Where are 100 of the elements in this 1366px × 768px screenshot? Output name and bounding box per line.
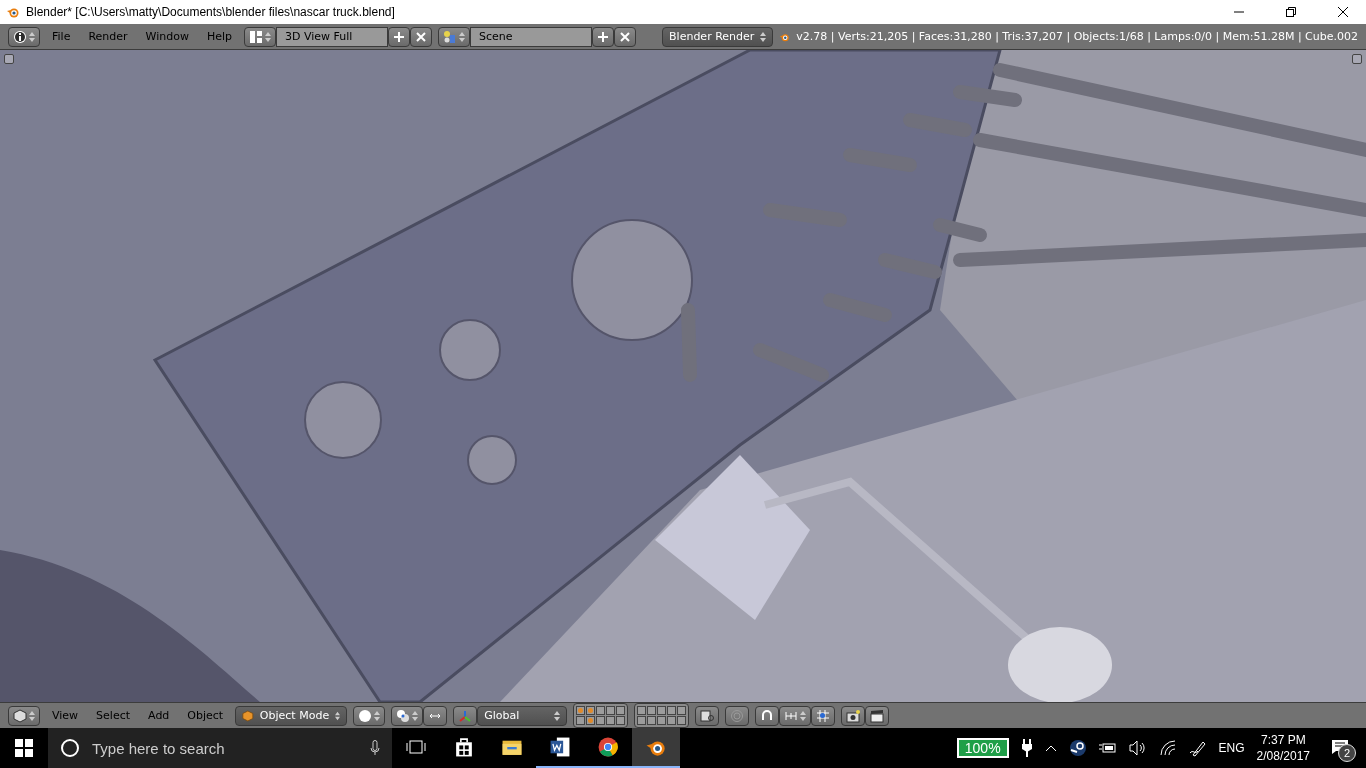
layer-toggle[interactable] xyxy=(677,706,687,715)
layer-toggle[interactable] xyxy=(616,706,626,715)
circle-icon xyxy=(60,738,80,758)
window-title: Blender* [C:\Users\matty\Documents\blender files\nascar truck.blend] xyxy=(26,5,396,19)
menu-item[interactable]: Help xyxy=(200,30,239,43)
menu-item[interactable]: Render xyxy=(82,30,134,43)
input-language[interactable]: ENG xyxy=(1218,741,1245,755)
transform-orientation-button[interactable] xyxy=(453,705,478,726)
layer-toggle[interactable] xyxy=(637,716,647,725)
render-animation-button[interactable] xyxy=(865,705,890,726)
ring-icon xyxy=(730,708,745,723)
plus-icon xyxy=(393,30,406,43)
orientation-dropdown[interactable]: Global xyxy=(477,705,568,726)
search-box[interactable]: Type here to search xyxy=(48,728,392,768)
menu-item[interactable]: Window xyxy=(139,30,195,43)
shopping-bag-icon xyxy=(453,736,475,758)
plus-icon xyxy=(597,30,610,43)
editor-type-button[interactable] xyxy=(8,705,40,726)
up-down-arrows-icon xyxy=(265,30,272,43)
pivot-icon xyxy=(396,708,411,723)
render-camera-button[interactable] xyxy=(841,705,866,726)
mode-dropdown[interactable]: Object Mode xyxy=(235,705,348,726)
layer-toggle[interactable] xyxy=(576,706,586,715)
layer-toggle[interactable] xyxy=(596,716,606,725)
layer-toggle[interactable] xyxy=(677,716,687,725)
layer-toggle[interactable] xyxy=(606,706,616,715)
taskbar-app-button[interactable] xyxy=(632,728,680,768)
sphere-icon xyxy=(358,708,373,723)
notification-count: 2 xyxy=(1338,744,1356,762)
cube-icon xyxy=(13,708,27,723)
scene-icon xyxy=(443,29,458,44)
task-view-icon xyxy=(406,739,426,755)
link-icon xyxy=(700,708,715,723)
document-icon xyxy=(549,736,571,758)
layer-toggle[interactable] xyxy=(596,706,606,715)
volume-icon[interactable] xyxy=(1128,740,1147,756)
layer-toggle[interactable] xyxy=(657,716,667,725)
info-icon xyxy=(13,29,27,44)
viewport-shading-button[interactable] xyxy=(353,705,386,726)
menu-item[interactable]: Select xyxy=(90,709,137,722)
layer-toggle[interactable] xyxy=(637,706,647,715)
pen-icon[interactable] xyxy=(1188,739,1207,757)
camera-icon xyxy=(846,708,861,723)
up-down-arrows-icon xyxy=(800,709,807,722)
render-engine-dropdown[interactable]: Blender Render xyxy=(662,26,774,47)
layout-icon xyxy=(249,29,264,44)
manipulator-button[interactable] xyxy=(423,705,448,726)
add-button[interactable] xyxy=(388,26,411,47)
layer-toggle[interactable] xyxy=(667,716,677,725)
snap-target-button[interactable] xyxy=(811,705,836,726)
layer-toggle[interactable] xyxy=(667,706,677,715)
layer-toggle[interactable] xyxy=(616,716,626,725)
up-down-arrows-icon xyxy=(459,30,466,43)
screen-layout-field[interactable]: 3D View Full xyxy=(276,26,389,47)
grid-icon xyxy=(816,708,831,723)
restore-icon xyxy=(1286,7,1296,17)
pivot-point-button[interactable] xyxy=(391,705,424,726)
layer-toggle[interactable] xyxy=(586,706,596,715)
menu-item[interactable]: Object xyxy=(181,709,230,722)
chevron-up-icon[interactable] xyxy=(1044,744,1057,752)
layer-toggle[interactable] xyxy=(647,716,657,725)
area-corner-icon[interactable] xyxy=(1352,54,1362,64)
scene-field[interactable]: Scene xyxy=(470,26,593,47)
lock-camera-button[interactable] xyxy=(695,705,720,726)
microphone-icon[interactable] xyxy=(370,740,380,756)
up-down-arrows-icon xyxy=(760,30,767,43)
proportional-edit-button[interactable] xyxy=(725,705,750,726)
game-launcher-icon[interactable] xyxy=(1068,739,1087,757)
screen-layout-button[interactable] xyxy=(244,26,277,47)
browser-icon xyxy=(597,736,619,758)
layer-toggle[interactable] xyxy=(586,716,596,725)
action-center-button[interactable]: 2 xyxy=(1322,728,1358,768)
snap-button[interactable] xyxy=(755,705,780,726)
layer-toggle[interactable] xyxy=(576,716,586,725)
menu-item[interactable]: Add xyxy=(142,709,176,722)
layer-toggle[interactable] xyxy=(606,716,616,725)
area-corner-icon[interactable] xyxy=(4,54,14,64)
menu-item[interactable]: File xyxy=(46,30,77,43)
scene-button[interactable] xyxy=(438,26,471,47)
up-down-arrows-icon xyxy=(335,709,341,722)
editor-type-button[interactable] xyxy=(8,26,40,47)
clapperboard-icon xyxy=(870,708,885,723)
layer-toggle[interactable] xyxy=(657,706,667,715)
wifi-icon[interactable] xyxy=(1158,740,1177,756)
clock-date[interactable]: 2/08/2017 xyxy=(1256,749,1310,763)
snap-element-button[interactable] xyxy=(779,705,812,726)
up-down-arrows-icon xyxy=(554,709,561,722)
layer-toggle[interactable] xyxy=(647,706,657,715)
search-field[interactable]: Type here to search xyxy=(90,738,360,758)
delete-button[interactable] xyxy=(614,26,637,47)
delete-button[interactable] xyxy=(410,26,433,47)
menu-item[interactable]: View xyxy=(46,709,85,722)
battery-icon[interactable] xyxy=(1098,742,1117,754)
add-button[interactable] xyxy=(592,26,615,47)
clock-time[interactable]: 7:37 PM xyxy=(1260,733,1306,747)
up-down-arrows-icon xyxy=(29,30,35,43)
power-plug-icon[interactable] xyxy=(1020,739,1033,757)
up-down-arrows-icon xyxy=(29,709,35,722)
windows-logo-icon xyxy=(15,739,33,757)
scene-statistics: v2.78 | Verts:21,205 | Faces:31,280 | Tris:37,207 | Objects:1/68 | Lamps:0/0 | Mem:51.28M | Cube.002 xyxy=(796,30,1358,43)
